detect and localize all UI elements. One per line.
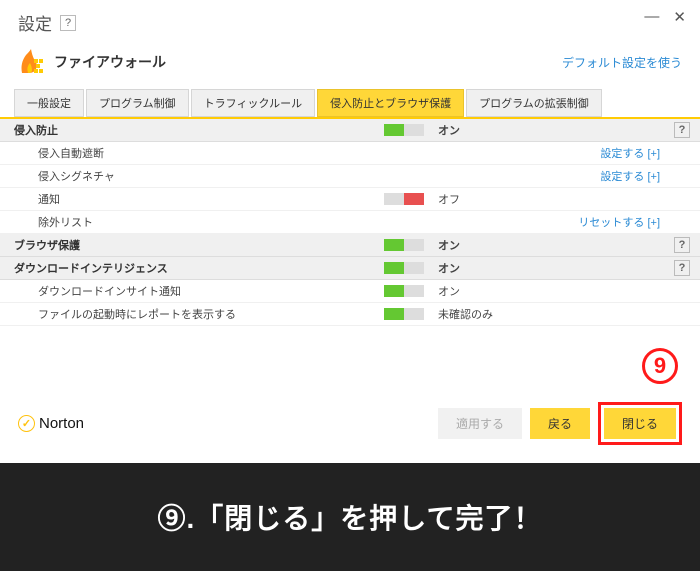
row-label: 除外リスト — [14, 214, 374, 230]
footer: 9 Norton 適用する 戻る 閉じる — [0, 386, 700, 463]
tab-general[interactable]: 一般設定 — [14, 89, 84, 117]
tab-program-extended[interactable]: プログラムの拡張制御 — [466, 89, 602, 117]
toggle-notifications[interactable] — [384, 193, 424, 205]
tab-traffic-rules[interactable]: トラフィックルール — [191, 89, 315, 117]
status-text: オン — [424, 237, 666, 253]
back-button[interactable]: 戻る — [530, 408, 590, 439]
row-notifications: 通知 オフ — [0, 188, 700, 211]
status-text: 未確認のみ — [424, 306, 666, 322]
row-exclusions: 除外リスト リセットする [+] — [0, 211, 700, 234]
section-label: 侵入防止 — [14, 122, 374, 138]
row-file-report: ファイルの起動時にレポートを表示する 未確認のみ — [0, 303, 700, 326]
settings-window: 設定 ? — ✕ ファイアウォール デフォルト設定を使う 一般設定 プログラム制… — [0, 0, 700, 463]
section-intrusion: 侵入防止 オン ? — [0, 119, 700, 142]
use-default-link[interactable]: デフォルト設定を使う — [562, 54, 682, 71]
row-label: 侵入シグネチャ — [14, 168, 374, 184]
norton-logo: Norton — [18, 415, 84, 432]
help-icon[interactable]: ? — [674, 260, 690, 276]
close-icon[interactable]: ✕ — [673, 8, 686, 26]
close-button[interactable]: 閉じる — [604, 408, 676, 439]
row-label: ダウンロードインサイト通知 — [14, 283, 374, 299]
tab-program-control[interactable]: プログラム制御 — [86, 89, 189, 117]
brand-text: Norton — [39, 415, 84, 432]
section-label: ブラウザ保護 — [14, 237, 374, 253]
instruction-caption: ⑨.「閉じる」を押して完了！ — [0, 463, 700, 571]
titlebar: 設定 ? — ✕ — [0, 0, 700, 41]
apply-button[interactable]: 適用する — [438, 408, 522, 439]
toggle-file-report[interactable] — [384, 308, 424, 320]
section-title: ファイアウォール — [54, 52, 166, 72]
tab-intrusion-browser[interactable]: 侵入防止とブラウザ保護 — [317, 89, 464, 117]
row-auto-block: 侵入自動遮断 設定する [+] — [0, 142, 700, 165]
subheader: ファイアウォール デフォルト設定を使う — [0, 41, 700, 89]
section-browser: ブラウザ保護 オン ? — [0, 234, 700, 257]
spacer — [0, 326, 700, 386]
tab-bar: 一般設定 プログラム制御 トラフィックルール 侵入防止とブラウザ保護 プログラム… — [0, 89, 700, 119]
row-label: 侵入自動遮断 — [14, 145, 374, 161]
toggle-download[interactable] — [384, 262, 424, 274]
status-text: オン — [424, 283, 666, 299]
configure-link[interactable]: 設定する [+] — [600, 145, 666, 161]
help-icon[interactable]: ? — [674, 122, 690, 138]
row-label: ファイルの起動時にレポートを表示する — [14, 306, 374, 322]
status-text: オン — [424, 122, 666, 138]
toggle-download-insight[interactable] — [384, 285, 424, 297]
minimize-icon[interactable]: — — [644, 8, 659, 26]
help-icon[interactable]: ? — [60, 15, 76, 31]
step-badge: 9 — [642, 348, 678, 384]
help-icon[interactable]: ? — [674, 237, 690, 253]
check-icon — [18, 415, 35, 432]
status-text: オフ — [424, 191, 666, 207]
toggle-intrusion[interactable] — [384, 124, 424, 136]
window-title: 設定 — [18, 10, 52, 35]
row-signatures: 侵入シグネチャ 設定する [+] — [0, 165, 700, 188]
close-button-highlight: 閉じる — [598, 402, 682, 445]
firewall-icon — [18, 49, 44, 75]
section-label: ダウンロードインテリジェンス — [14, 260, 374, 276]
configure-link[interactable]: 設定する [+] — [600, 168, 666, 184]
row-download-insight: ダウンロードインサイト通知 オン — [0, 280, 700, 303]
section-download: ダウンロードインテリジェンス オン ? — [0, 257, 700, 280]
row-label: 通知 — [14, 191, 374, 207]
status-text: オン — [424, 260, 666, 276]
reset-link[interactable]: リセットする [+] — [578, 214, 666, 230]
settings-list: 侵入防止 オン ? 侵入自動遮断 設定する [+] 侵入シグネチャ 設定する [… — [0, 119, 700, 326]
toggle-browser[interactable] — [384, 239, 424, 251]
